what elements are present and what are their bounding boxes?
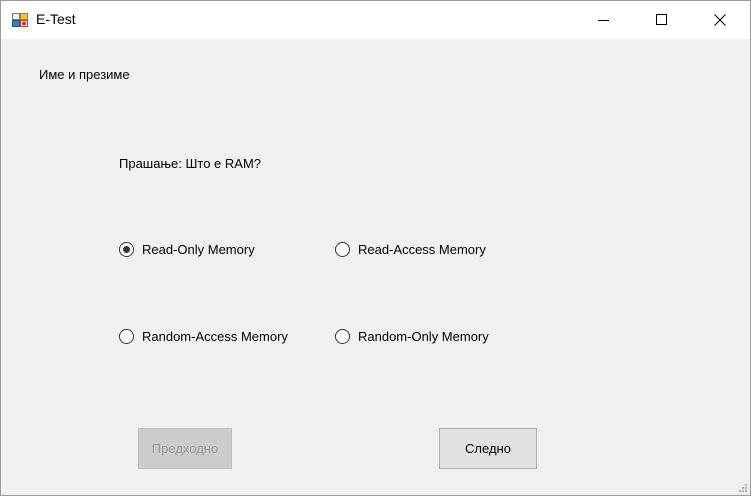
radio-button[interactable] xyxy=(335,242,350,257)
answer-option-1[interactable]: Read-Only Memory xyxy=(119,242,255,257)
maximize-button[interactable] xyxy=(632,1,692,39)
form-app-icon xyxy=(12,12,28,28)
title-bar[interactable]: E-Test xyxy=(1,1,750,39)
next-button[interactable]: Следно xyxy=(439,428,537,469)
radio-selected-dot xyxy=(123,246,130,253)
window-title: E-Test xyxy=(36,11,76,27)
previous-button[interactable]: Предходно xyxy=(138,428,232,469)
radio-button[interactable] xyxy=(335,329,350,344)
answer-option-label: Random-Access Memory xyxy=(142,329,288,344)
app-window: E-Test Име и презиме Прашање: Што е RAM?… xyxy=(0,0,751,496)
close-button[interactable] xyxy=(690,1,750,39)
answer-option-3[interactable]: Random-Access Memory xyxy=(119,329,288,344)
radio-button[interactable] xyxy=(119,242,134,257)
maximize-icon xyxy=(656,14,667,25)
answer-option-4[interactable]: Random-Only Memory xyxy=(335,329,489,344)
minimize-icon xyxy=(598,20,609,21)
form-client-area: Име и презиме Прашање: Што е RAM? Read-O… xyxy=(1,39,750,495)
radio-button[interactable] xyxy=(119,329,134,344)
student-name-label: Име и презиме xyxy=(39,67,130,82)
answer-option-label: Read-Access Memory xyxy=(358,242,486,257)
resize-grip-icon[interactable] xyxy=(738,483,748,493)
answer-option-2[interactable]: Read-Access Memory xyxy=(335,242,486,257)
question-label: Прашање: Што е RAM? xyxy=(119,156,262,171)
minimize-button[interactable] xyxy=(574,1,634,39)
answer-option-label: Random-Only Memory xyxy=(358,329,489,344)
answer-option-label: Read-Only Memory xyxy=(142,242,255,257)
close-icon xyxy=(714,14,726,26)
